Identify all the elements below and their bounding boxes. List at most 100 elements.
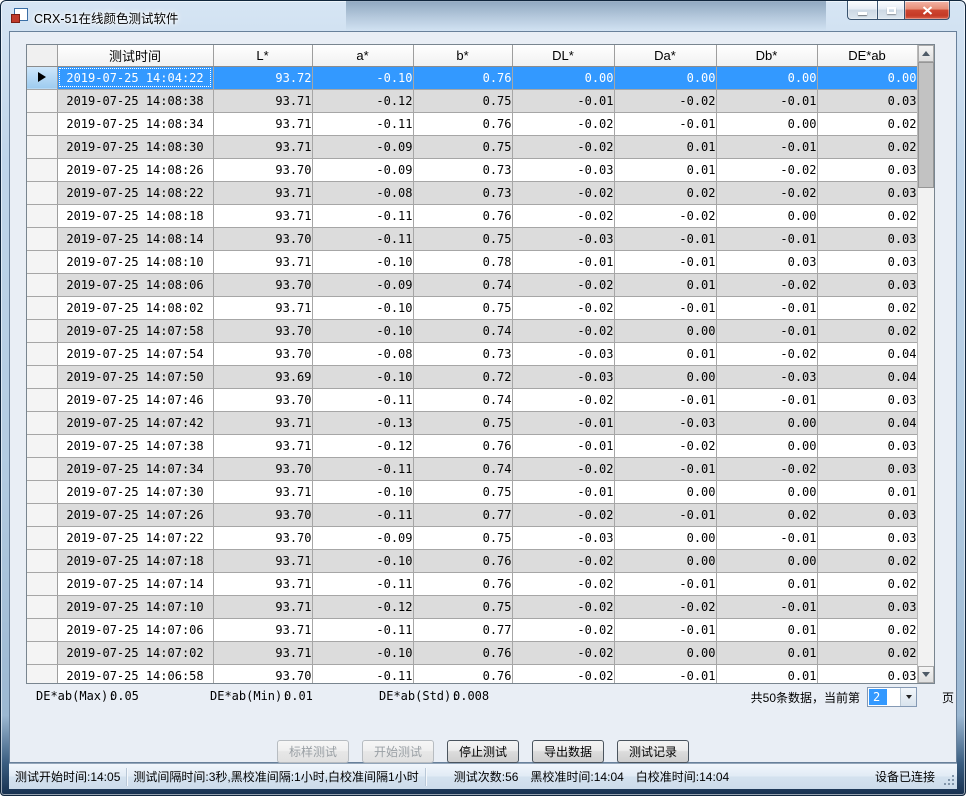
column-header-dl[interactable]: DL* — [512, 45, 614, 66]
close-button[interactable] — [905, 1, 950, 20]
table-row[interactable]: 2019-07-25 14:06:5893.70-0.110.76-0.02-0… — [27, 664, 917, 684]
table-row[interactable]: 2019-07-25 14:08:2693.70-0.090.73-0.030.… — [27, 158, 917, 181]
table-cell: 0.03 — [817, 457, 917, 480]
table-cell: 0.02 — [817, 549, 917, 572]
vertical-scrollbar[interactable] — [917, 45, 934, 683]
table-row[interactable]: 2019-07-25 14:08:3093.71-0.090.75-0.020.… — [27, 135, 917, 158]
column-header-b[interactable]: b* — [413, 45, 512, 66]
row-selector[interactable] — [27, 457, 57, 480]
row-selector[interactable] — [27, 204, 57, 227]
page-select-combobox[interactable]: 2 — [867, 687, 917, 707]
column-header-deab[interactable]: DE*ab — [817, 45, 917, 66]
row-selector[interactable] — [27, 595, 57, 618]
de-min-label: DE*ab(Min): — [210, 689, 289, 703]
row-selector[interactable] — [27, 158, 57, 181]
row-selector[interactable] — [27, 250, 57, 273]
table-row[interactable]: 2019-07-25 14:08:3493.71-0.110.76-0.02-0… — [27, 112, 917, 135]
table-row[interactable]: 2019-07-25 14:07:0693.71-0.110.77-0.02-0… — [27, 618, 917, 641]
table-cell: -0.02 — [716, 342, 817, 365]
test-record-button[interactable]: 测试记录 — [617, 740, 689, 763]
row-selector[interactable] — [27, 572, 57, 595]
status-white-cal-time: 白校准时间:14:04 — [636, 768, 729, 785]
table-cell: 0.02 — [817, 572, 917, 595]
row-selector[interactable] — [27, 549, 57, 572]
column-header-da[interactable]: Da* — [614, 45, 716, 66]
table-cell: -0.12 — [312, 89, 413, 112]
row-selector[interactable] — [27, 526, 57, 549]
combobox-dropdown-button[interactable] — [900, 688, 916, 706]
row-selector[interactable] — [27, 273, 57, 296]
row-selector[interactable] — [27, 181, 57, 204]
resize-grip[interactable] — [943, 774, 955, 786]
table-row[interactable]: 2019-07-25 14:07:5093.69-0.100.72-0.030.… — [27, 365, 917, 388]
scrollbar-up-button[interactable] — [918, 45, 934, 62]
scrollbar-thumb[interactable] — [918, 62, 934, 188]
table-row[interactable]: 2019-07-25 14:07:3093.71-0.100.75-0.010.… — [27, 480, 917, 503]
maximize-button[interactable] — [877, 1, 905, 20]
column-header-db[interactable]: Db* — [716, 45, 817, 66]
table-row[interactable]: 2019-07-25 14:07:2293.70-0.090.75-0.030.… — [27, 526, 917, 549]
row-selector[interactable] — [27, 388, 57, 411]
status-separator — [425, 768, 426, 786]
table-row[interactable]: 2019-07-25 14:07:4293.71-0.130.75-0.01-0… — [27, 411, 917, 434]
table-row[interactable]: 2019-07-25 14:07:0293.71-0.100.76-0.020.… — [27, 641, 917, 664]
table-row[interactable]: 2019-07-25 14:07:2693.70-0.110.77-0.02-0… — [27, 503, 917, 526]
scrollbar-down-button[interactable] — [918, 666, 934, 683]
column-header-a[interactable]: a* — [312, 45, 413, 66]
column-header-l[interactable]: L* — [213, 45, 312, 66]
table-row[interactable]: 2019-07-25 14:07:1493.71-0.110.76-0.02-0… — [27, 572, 917, 595]
table-row[interactable]: 2019-07-25 14:07:3493.70-0.110.74-0.02-0… — [27, 457, 917, 480]
row-selector[interactable] — [27, 503, 57, 526]
table-cell: -0.12 — [312, 595, 413, 618]
table-row[interactable]: 2019-07-25 14:07:1093.71-0.120.75-0.02-0… — [27, 595, 917, 618]
table-row[interactable]: 2019-07-25 14:08:2293.71-0.080.73-0.020.… — [27, 181, 917, 204]
table-cell: -0.01 — [716, 296, 817, 319]
table-row[interactable]: 2019-07-25 14:08:0293.71-0.100.75-0.02-0… — [27, 296, 917, 319]
table-cell: 0.77 — [413, 503, 512, 526]
row-selector[interactable] — [27, 66, 57, 89]
table-cell: 2019-07-25 14:08:02 — [57, 296, 213, 319]
table-cell: 2019-07-25 14:07:38 — [57, 434, 213, 457]
stop-test-button[interactable]: 停止测试 — [447, 740, 519, 763]
table-row[interactable]: 2019-07-25 14:08:3893.71-0.120.75-0.01-0… — [27, 89, 917, 112]
row-selector[interactable] — [27, 434, 57, 457]
table-cell: -0.01 — [512, 434, 614, 457]
table-row[interactable]: 2019-07-25 14:07:5493.70-0.080.73-0.030.… — [27, 342, 917, 365]
table-row[interactable]: 2019-07-25 14:08:0693.70-0.090.74-0.020.… — [27, 273, 917, 296]
row-selector[interactable] — [27, 112, 57, 135]
table-cell: 93.70 — [213, 158, 312, 181]
row-selector[interactable] — [27, 319, 57, 342]
table-cell: 93.70 — [213, 503, 312, 526]
table-cell: -0.01 — [716, 227, 817, 250]
table-cell: 93.71 — [213, 112, 312, 135]
row-selector[interactable] — [27, 365, 57, 388]
row-selector[interactable] — [27, 296, 57, 319]
export-data-button[interactable]: 导出数据 — [532, 740, 604, 763]
select-all-corner[interactable] — [27, 45, 57, 66]
table-row[interactable]: 2019-07-25 14:07:1893.71-0.100.76-0.020.… — [27, 549, 917, 572]
table-cell: 0.03 — [817, 227, 917, 250]
row-selector[interactable] — [27, 227, 57, 250]
table-cell: 0.03 — [817, 526, 917, 549]
row-selector[interactable] — [27, 641, 57, 664]
table-row[interactable]: 2019-07-25 14:07:3893.71-0.120.76-0.01-0… — [27, 434, 917, 457]
table-cell: 93.71 — [213, 411, 312, 434]
minimize-button[interactable] — [847, 1, 877, 20]
table-row[interactable]: 2019-07-25 14:08:1493.70-0.110.75-0.03-0… — [27, 227, 917, 250]
row-selector[interactable] — [27, 89, 57, 112]
row-selector[interactable] — [27, 411, 57, 434]
table-row[interactable]: 2019-07-25 14:08:1093.71-0.100.78-0.01-0… — [27, 250, 917, 273]
row-selector[interactable] — [27, 664, 57, 684]
table-row[interactable]: 2019-07-25 14:08:1893.71-0.110.76-0.02-0… — [27, 204, 917, 227]
row-selector[interactable] — [27, 342, 57, 365]
table-row[interactable]: 2019-07-25 14:07:4693.70-0.110.74-0.02-0… — [27, 388, 917, 411]
column-header-time[interactable]: 测试时间 — [57, 45, 213, 66]
table-row[interactable]: 2019-07-25 14:07:5893.70-0.100.74-0.020.… — [27, 319, 917, 342]
row-selector[interactable] — [27, 480, 57, 503]
table-cell: -0.10 — [312, 250, 413, 273]
table-cell: 0.01 — [614, 273, 716, 296]
row-selector[interactable] — [27, 618, 57, 641]
table-row[interactable]: 2019-07-25 14:04:2293.72-0.100.760.000.0… — [27, 66, 917, 89]
table-cell: -0.02 — [512, 549, 614, 572]
row-selector[interactable] — [27, 135, 57, 158]
